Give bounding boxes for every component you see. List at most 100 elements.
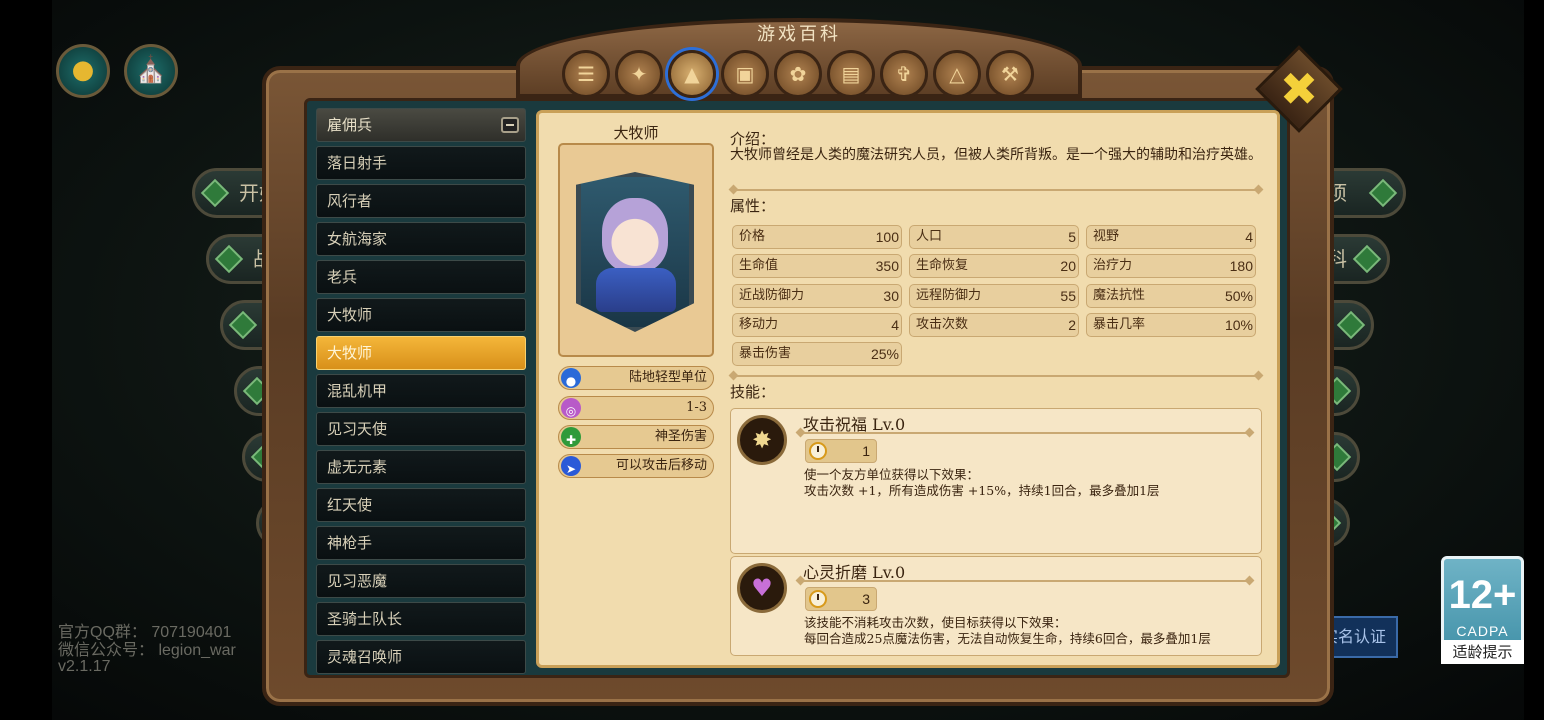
divider <box>797 432 1253 434</box>
profile-icon: ● <box>71 55 95 85</box>
shop-button[interactable]: ⛪ <box>124 44 178 98</box>
unit-name: 虚无元素 <box>327 458 388 476</box>
rating-org: CADPA <box>1456 623 1509 639</box>
list-item[interactable]: 见习天使 <box>316 412 526 446</box>
skill-description: 使一个友方单位获得以下效果： 攻击次数 +1，所有造成伤害 +15%，持续1回合… <box>804 467 1160 498</box>
age-rating-badge[interactable]: 12+ CADPA 适龄提示 <box>1441 556 1524 664</box>
gem-icon <box>1336 310 1366 340</box>
helmet-icon: ▲ <box>684 62 700 86</box>
skill-card[interactable]: ♥ 心灵折磨 Lv.0 3 该技能不消耗攻击次数，使目标获得以下效果： 每回合造… <box>730 556 1262 656</box>
broken-heart-icon: ♥ <box>737 563 787 613</box>
unit-name-title: 大牧师 <box>613 124 659 142</box>
collapse-icon[interactable] <box>501 117 519 133</box>
list-item[interactable]: 虚无元素 <box>316 450 526 484</box>
unit-name: 见习恶魔 <box>327 572 388 590</box>
tab-feather[interactable]: ✦ <box>615 50 663 98</box>
stat-magic-resist: 魔法抗性 50% <box>1086 284 1256 308</box>
hammer-icon: ⚒ <box>1001 62 1019 86</box>
tab-hammer[interactable]: ⚒ <box>986 50 1034 98</box>
range-icon: ◎ <box>561 398 581 418</box>
list-item[interactable]: 女航海家 <box>316 222 526 256</box>
scroll-icon: ☰ <box>577 62 595 86</box>
hero-portrait <box>602 198 668 272</box>
close-icon: ✖ <box>1279 62 1319 116</box>
unit-name: 大牧师 <box>327 344 373 362</box>
trait-badge[interactable]: ◎ 1-3 <box>558 396 714 420</box>
unit-name: 大牧师 <box>327 306 373 324</box>
list-item[interactable]: 灵魂召唤师 <box>316 640 526 674</box>
letterbox-right <box>1524 0 1544 720</box>
tab-armor[interactable]: ▣ <box>721 50 769 98</box>
unit-name: 落日射手 <box>327 154 388 172</box>
stat-vision: 视野 4 <box>1086 225 1256 249</box>
unit-name: 女航海家 <box>327 230 388 248</box>
unit-name: 圣骑士队长 <box>327 610 403 628</box>
skill-description: 该技能不消耗攻击次数，使目标获得以下效果： 每回合造成25点魔法伤害，无法自动恢… <box>804 615 1211 646</box>
stats-label: 属性： <box>730 197 776 215</box>
divider <box>730 189 1262 191</box>
clock-icon <box>809 442 827 460</box>
divider <box>730 375 1262 377</box>
trait-badge[interactable]: ✚ 神圣伤害 <box>558 425 714 449</box>
tab-swirl[interactable]: ✿ <box>774 50 822 98</box>
list-item[interactable]: 红天使 <box>316 488 526 522</box>
unit-name: 见习天使 <box>327 420 388 438</box>
divider <box>797 580 1253 582</box>
tab-book[interactable]: ▤ <box>827 50 875 98</box>
tab-sword[interactable]: ✞ <box>880 50 928 98</box>
trait-label: 陆地轻型单位 <box>628 370 707 385</box>
game-screen: ● ⛪ 开始 战 自 选项 百科 就 官方QQ群： 707190401 微信公众… <box>0 0 1544 720</box>
list-item[interactable]: 老兵 <box>316 260 526 294</box>
blessing-icon: ✸ <box>737 415 787 465</box>
unit-name: 老兵 <box>327 268 358 286</box>
tower-icon: △ <box>949 62 965 86</box>
window-title: 游戏百科 <box>757 24 841 45</box>
gem-icon <box>1352 244 1382 274</box>
list-item[interactable]: 圣骑士队长 <box>316 602 526 636</box>
letterbox-left <box>0 0 52 720</box>
stat-movement: 移动力 4 <box>732 313 902 337</box>
move-after-attack-icon: ➤ <box>561 456 581 476</box>
trait-label: 神圣伤害 <box>654 429 707 444</box>
age-rating: 12+ <box>1448 573 1517 617</box>
stat-heal-power: 治疗力 180 <box>1086 254 1256 278</box>
shop-icon: ⛪ <box>134 55 168 85</box>
unit-name: 风行者 <box>327 192 373 210</box>
list-item[interactable]: 见习恶魔 <box>316 564 526 598</box>
stat-hp: 生命值 350 <box>732 254 902 278</box>
trait-badge[interactable]: ● 陆地轻型单位 <box>558 366 714 390</box>
tab-scroll[interactable]: ☰ <box>562 50 610 98</box>
profile-button[interactable]: ● <box>56 44 110 98</box>
tab-tower[interactable]: △ <box>933 50 981 98</box>
trait-label: 1-3 <box>686 400 707 415</box>
list-item-selected[interactable]: 大牧师 <box>316 336 526 370</box>
list-item[interactable]: 落日射手 <box>316 146 526 180</box>
stat-crit-chance: 暴击几率 10% <box>1086 313 1256 337</box>
trait-label: 可以攻击后移动 <box>615 458 707 473</box>
gem-icon <box>1368 178 1398 208</box>
armor-icon: ▣ <box>735 62 755 86</box>
skill-card[interactable]: ✸ 攻击祝福 Lv.0 1 使一个友方单位获得以下效果： 攻击次数 +1，所有造… <box>730 408 1262 554</box>
person-icon: ● <box>561 368 581 388</box>
age-hint-label: 适龄提示 <box>1441 640 1524 664</box>
gem-icon <box>214 244 244 274</box>
skill-cooldown: 3 <box>805 587 877 611</box>
sword-icon: ✞ <box>895 62 913 86</box>
stat-attack-count: 攻击次数 2 <box>909 313 1079 337</box>
gem-icon <box>200 178 230 208</box>
stat-melee-defense: 近战防御力 30 <box>732 284 902 308</box>
unit-name: 神枪手 <box>327 534 373 552</box>
swirl-icon: ✿ <box>789 62 807 86</box>
list-item[interactable]: 大牧师 <box>316 298 526 332</box>
wechat-info: 微信公众号： legion_war <box>58 642 236 659</box>
stat-crit-damage: 暴击伤害 25% <box>732 342 902 366</box>
list-item[interactable]: 混乱机甲 <box>316 374 526 408</box>
tab-units[interactable]: ▲ <box>668 50 716 98</box>
list-item[interactable]: 风行者 <box>316 184 526 218</box>
trait-badge[interactable]: ➤ 可以攻击后移动 <box>558 454 714 478</box>
stat-hp-regen: 生命恢复 20 <box>909 254 1079 278</box>
unit-name: 红天使 <box>327 496 373 514</box>
list-item[interactable]: 神枪手 <box>316 526 526 560</box>
gem-icon <box>228 310 258 340</box>
unit-category-header[interactable]: 雇佣兵 <box>316 108 526 142</box>
